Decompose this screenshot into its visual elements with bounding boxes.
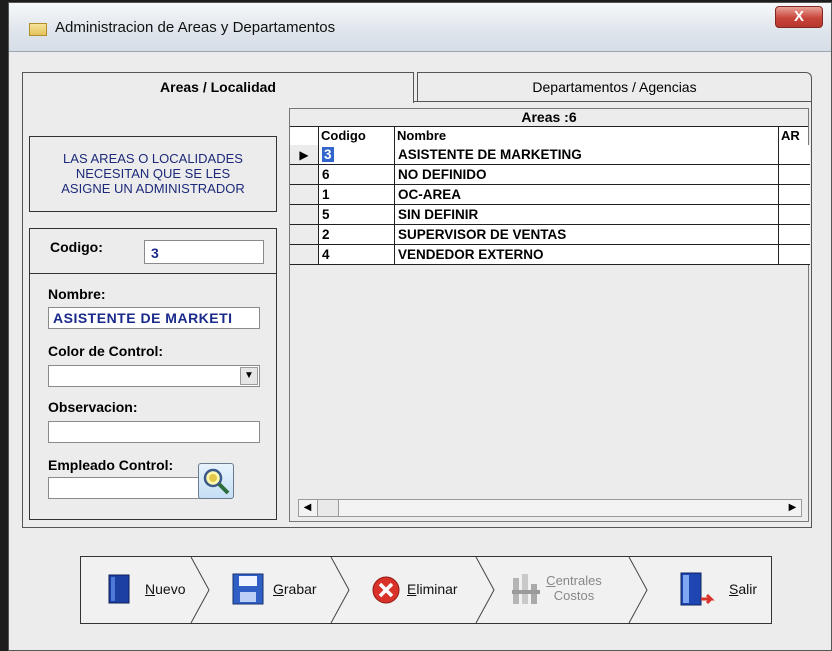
cell-nombre[interactable]: SUPERVISOR DE VENTAS (394, 225, 778, 245)
cell-nombre[interactable]: OC-AREA (394, 185, 778, 205)
grid-header: Codigo Nombre AR (290, 126, 808, 146)
column-header-nombre[interactable]: Nombre (394, 127, 778, 145)
empleado-control-label: Empleado Control: (48, 457, 174, 473)
cell-codigo[interactable]: 1 (318, 185, 394, 205)
row-indicator (290, 205, 318, 225)
nuevo-label: Nuevo (145, 581, 186, 597)
cell-codigo[interactable]: 4 (318, 245, 394, 265)
cell-ar[interactable] (778, 185, 810, 205)
scroll-left-icon[interactable]: ◀ (299, 500, 316, 516)
tab-strip: Areas / Localidad Departamentos / Agenci… (22, 72, 812, 103)
row-pointer-icon: ▶ (290, 145, 318, 165)
tab-areas-localidad[interactable]: Areas / Localidad (22, 72, 414, 103)
cell-codigo[interactable]: 2 (318, 225, 394, 245)
chevron-down-icon[interactable]: ▼ (240, 367, 258, 385)
grabar-button[interactable]: Grabar (209, 557, 339, 623)
cell-ar[interactable] (778, 225, 810, 245)
cell-codigo[interactable]: 3 (318, 145, 394, 165)
grid-caption: Areas :6 (521, 109, 577, 125)
cell-nombre[interactable]: VENDEDOR EXTERNO (394, 245, 778, 265)
scroll-right-icon[interactable]: ▶ (784, 500, 801, 516)
salir-label: Salir (729, 581, 758, 597)
search-icon (203, 468, 230, 495)
row-indicator (290, 225, 318, 245)
tab-departamentos-agencias[interactable]: Departamentos / Agencias (417, 72, 812, 102)
column-header-ar[interactable]: AR (778, 127, 810, 145)
admin-notice: LAS AREAS O LOCALIDADES NECESITAN QUE SE… (29, 136, 277, 212)
action-toolbar: Nuevo Grabar Eliminar Centrales Costos S… (80, 556, 772, 624)
cell-nombre[interactable]: ASISTENTE DE MARKETING (394, 145, 778, 165)
cost-centers-icon (512, 574, 540, 604)
table-row[interactable]: 6 NO DEFINIDO (290, 165, 810, 185)
color-control-label: Color de Control: (48, 343, 164, 359)
horizontal-scrollbar[interactable]: ◀ ▶ (298, 499, 802, 517)
centrales-costos-label: Centrales Costos (546, 573, 602, 603)
areas-grid[interactable]: Areas :6 Codigo Nombre AR ▶ 3 ASISTENTE … (289, 108, 810, 522)
cell-nombre[interactable]: SIN DEFINIR (394, 205, 778, 225)
empleado-control-field[interactable] (48, 477, 206, 499)
cell-ar[interactable] (778, 205, 810, 225)
observacion-field[interactable] (48, 421, 260, 443)
cell-ar[interactable] (778, 245, 810, 265)
cell-ar[interactable] (778, 165, 810, 185)
eliminar-button[interactable]: Eliminar (349, 557, 484, 623)
codigo-label: Codigo: (50, 239, 103, 255)
salir-button[interactable]: Salir (647, 557, 771, 623)
color-control-select[interactable]: ▼ (48, 365, 260, 387)
exit-door-icon (680, 572, 715, 606)
close-button[interactable]: X (775, 6, 823, 28)
table-row[interactable]: 1 OC-AREA (290, 185, 810, 205)
cell-ar[interactable] (778, 145, 810, 165)
area-form: Codigo: 3 Nombre: ASISTENTE DE MARKETI C… (29, 228, 277, 520)
nombre-label: Nombre: (48, 286, 106, 302)
title-bar[interactable]: Administracion de Areas y Departamentos … (9, 3, 831, 52)
tab-panel-areas: LAS AREAS O LOCALIDADES NECESITAN QUE SE… (22, 101, 812, 528)
cell-nombre[interactable]: NO DEFINIDO (394, 165, 778, 185)
cell-codigo[interactable]: 6 (318, 165, 394, 185)
table-row[interactable]: 2 SUPERVISOR DE VENTAS (290, 225, 810, 245)
form-divider (30, 273, 276, 274)
notice-line: ASIGNE UN ADMINISTRADOR (61, 181, 245, 196)
notice-line: NECESITAN QUE SE LES (75, 166, 231, 181)
search-employee-button[interactable] (198, 463, 234, 499)
new-document-icon (108, 574, 130, 604)
row-indicator (290, 185, 318, 205)
delete-icon (372, 576, 400, 604)
nuevo-button[interactable]: Nuevo (81, 557, 199, 623)
nombre-field[interactable]: ASISTENTE DE MARKETI (48, 307, 260, 329)
scroll-thumb[interactable] (317, 500, 339, 516)
save-icon (232, 573, 264, 605)
folder-icon (29, 23, 47, 36)
table-row[interactable]: 4 VENDEDOR EXTERNO (290, 245, 810, 265)
column-header-codigo[interactable]: Codigo (318, 127, 394, 145)
cell-codigo[interactable]: 5 (318, 205, 394, 225)
notice-line: LAS AREAS O LOCALIDADES (63, 151, 243, 166)
table-row[interactable]: 5 SIN DEFINIR (290, 205, 810, 225)
row-indicator (290, 165, 318, 185)
table-row[interactable]: ▶ 3 ASISTENTE DE MARKETING (290, 145, 810, 165)
codigo-field[interactable]: 3 (144, 240, 264, 264)
centrales-costos-button[interactable]: Centrales Costos (494, 557, 639, 623)
observacion-label: Observacion: (48, 399, 138, 415)
cell-codigo-value: 3 (322, 147, 334, 162)
grabar-label: Grabar (273, 581, 317, 597)
window-title: Administracion de Areas y Departamentos (55, 19, 336, 36)
row-indicator (290, 245, 318, 265)
eliminar-label: Eliminar (407, 581, 458, 597)
